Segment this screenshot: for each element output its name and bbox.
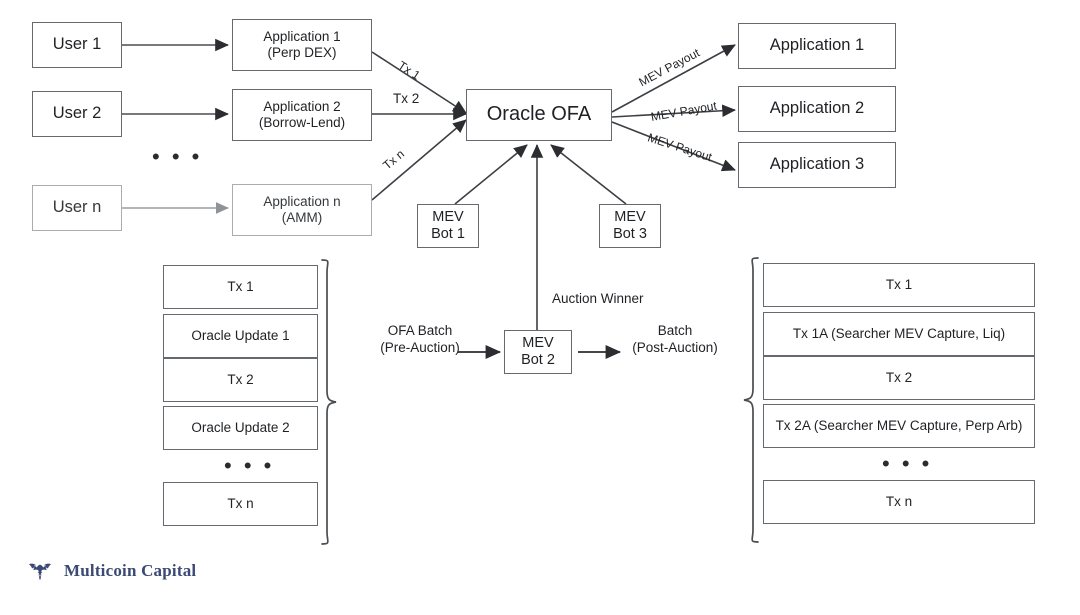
- post-auction-item-tx-n[interactable]: Tx n: [763, 480, 1035, 524]
- mev-bot-box-3[interactable]: MEV Bot 3: [599, 204, 661, 248]
- pre-auction-item-tx-2[interactable]: Tx 2: [163, 358, 318, 402]
- target-app-box-3[interactable]: Application 3: [738, 142, 896, 188]
- pre-auction-item-tx-1[interactable]: Tx 1: [163, 265, 318, 309]
- target-app-box-2[interactable]: Application 2: [738, 86, 896, 132]
- pre-auction-batch-caption: OFA Batch (Pre-Auction): [380, 323, 460, 355]
- brand-name: Multicoin Capital: [64, 561, 197, 580]
- diagram-canvas: User 1 User 2 User n • • • Application 1…: [0, 0, 1080, 615]
- users-ellipsis: • • •: [152, 144, 203, 169]
- pre-auction-item-oracle-update-1[interactable]: Oracle Update 1: [163, 314, 318, 358]
- post-auction-item-tx-1a[interactable]: Tx 1A (Searcher MEV Capture, Liq): [763, 312, 1035, 356]
- pre-auction-ellipsis: • • •: [224, 453, 275, 478]
- edge-label-mev-payout-1: MEV Payout: [636, 45, 702, 90]
- edge-label-tx-2: Tx 2: [393, 91, 420, 106]
- post-auction-ellipsis: • • •: [882, 451, 933, 476]
- auction-winner-label: Auction Winner: [552, 291, 644, 306]
- target-app-box-1[interactable]: Application 1: [738, 23, 896, 69]
- pre-auction-item-tx-n[interactable]: Tx n: [163, 482, 318, 526]
- user-box-1[interactable]: User 1: [32, 22, 122, 68]
- brand-logo: Multicoin Capital: [28, 561, 196, 581]
- post-auction-item-tx-2[interactable]: Tx 2: [763, 356, 1035, 400]
- post-auction-item-tx-1[interactable]: Tx 1: [763, 263, 1035, 307]
- phoenix-bird-icon: [28, 561, 52, 581]
- source-app-box-2[interactable]: Application 2 (Borrow-Lend): [232, 89, 372, 141]
- auction-winner-bot-box[interactable]: MEV Bot 2: [504, 330, 572, 374]
- post-auction-item-tx-2a[interactable]: Tx 2A (Searcher MEV Capture, Perp Arb): [763, 404, 1035, 448]
- edge-label-tx-1: Tx 1: [395, 58, 423, 83]
- pre-auction-item-oracle-update-2[interactable]: Oracle Update 2: [163, 406, 318, 450]
- user-box-n[interactable]: User n: [32, 185, 122, 231]
- mev-bot-box-1[interactable]: MEV Bot 1: [417, 204, 479, 248]
- oracle-ofa-box[interactable]: Oracle OFA: [466, 89, 612, 141]
- edge-label-mev-payout-3: MEV Payout: [645, 130, 714, 165]
- source-app-box-n[interactable]: Application n (AMM): [232, 184, 372, 236]
- edge-label-tx-n: Tx n: [380, 146, 408, 173]
- post-auction-batch-caption: Batch (Post-Auction): [632, 323, 718, 355]
- user-box-2[interactable]: User 2: [32, 91, 122, 137]
- edge-label-mev-payout-2: MEV Payout: [649, 98, 718, 124]
- source-app-box-1[interactable]: Application 1 (Perp DEX): [232, 19, 372, 71]
